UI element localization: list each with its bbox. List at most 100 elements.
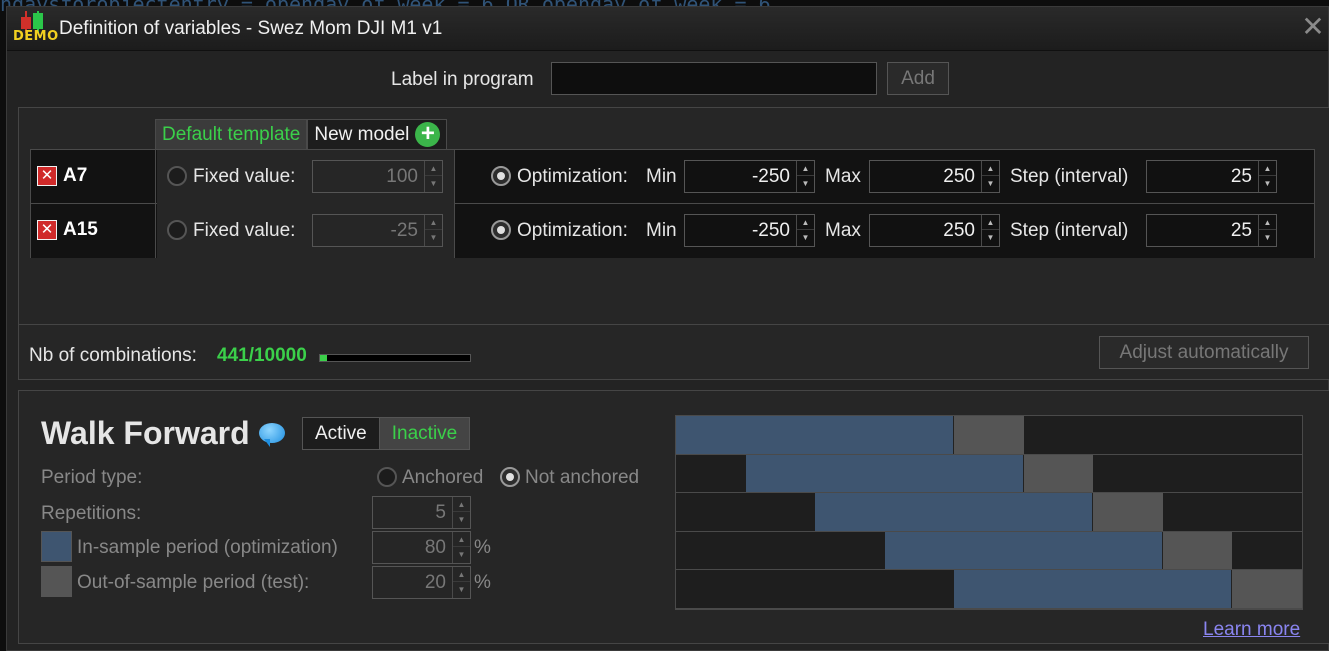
max-spinner[interactable]: 250 ▲ ▼ (869, 214, 1000, 247)
walk-forward-toggle: Active Inactive (302, 417, 471, 450)
label-in-program-label: Label in program (391, 69, 534, 90)
spin-up-icon[interactable]: ▲ (425, 161, 442, 176)
out-sample-segment (1023, 454, 1094, 493)
tab-default-template[interactable]: Default template (155, 119, 308, 149)
step-spinner[interactable]: 25 ▲ ▼ (1146, 214, 1277, 247)
max-value: 250 (943, 166, 975, 187)
anchored-radio[interactable] (377, 467, 397, 487)
spin-down-icon[interactable]: ▼ (453, 512, 470, 527)
variable-row: ✕ A15 Fixed value: -25 ▲ ▼ Optimization: … (31, 204, 1314, 258)
repetitions-value: 5 (435, 502, 446, 523)
fixed-value-cell: Fixed value: 100 ▲ ▼ (157, 150, 455, 204)
in-sample-segment (884, 531, 1163, 570)
spin-down-icon[interactable]: ▼ (453, 547, 470, 562)
spin-down-icon[interactable]: ▼ (797, 230, 814, 245)
label-in-program-input[interactable] (551, 62, 877, 95)
walk-forward-step (676, 570, 1302, 609)
delete-variable-icon[interactable]: ✕ (37, 220, 57, 240)
out-sample-spinner[interactable]: 20 ▲ ▼ (372, 566, 471, 599)
fixed-value-radio[interactable] (167, 220, 187, 240)
variables-table: ✕ A7 Fixed value: 100 ▲ ▼ Optimization: M… (30, 149, 1315, 258)
label-row: Label in program Add (7, 51, 1329, 107)
help-bubble-icon[interactable] (259, 423, 285, 447)
fixed-value-radio[interactable] (167, 166, 187, 186)
spin-up-icon[interactable]: ▲ (453, 532, 470, 547)
out-sample-label: Out-of-sample period (test): (77, 572, 310, 593)
out-sample-color-swatch (41, 566, 72, 597)
fixed-value-spinner[interactable]: -25 ▲ ▼ (312, 214, 443, 247)
spin-up-icon[interactable]: ▲ (797, 161, 814, 176)
in-sample-percent: % (474, 537, 491, 558)
title-bar[interactable]: DEMO Definition of variables - Swez Mom … (7, 7, 1328, 51)
spin-down-icon[interactable]: ▼ (982, 230, 999, 245)
not-anchored-radio[interactable] (500, 467, 520, 487)
window-title: Definition of variables - Swez Mom DJI M… (59, 17, 443, 39)
combinations-label: Nb of combinations: (29, 345, 197, 366)
in-sample-segment (676, 416, 955, 454)
spin-down-icon[interactable]: ▼ (1259, 230, 1276, 245)
in-sample-segment (745, 454, 1024, 493)
optimization-label: Optimization: (517, 166, 628, 187)
in-sample-segment (954, 570, 1233, 608)
fixed-value-cell: Fixed value: -25 ▲ ▼ (157, 204, 455, 258)
min-spinner[interactable]: -250 ▲ ▼ (684, 160, 815, 193)
add-model-plus-icon[interactable]: + (415, 122, 441, 147)
walk-forward-step (676, 454, 1302, 494)
walk-forward-active-button[interactable]: Active (303, 418, 380, 449)
fixed-value-spinner[interactable]: 100 ▲ ▼ (312, 160, 443, 193)
in-sample-spinner[interactable]: 80 ▲ ▼ (372, 531, 471, 564)
walk-forward-title: Walk Forward (41, 415, 250, 451)
fixed-value-label: Fixed value: (193, 220, 296, 241)
walk-forward-inactive-button[interactable]: Inactive (379, 418, 470, 449)
in-sample-segment (815, 493, 1094, 531)
spin-down-icon[interactable]: ▼ (797, 176, 814, 191)
walk-forward-panel: Walk Forward Active Inactive Period type… (18, 390, 1329, 644)
min-value: -250 (751, 220, 790, 241)
panel-divider (19, 324, 1329, 325)
optimization-label: Optimization: (517, 220, 628, 241)
add-button[interactable]: Add (887, 62, 949, 95)
learn-more-link[interactable]: Learn more (1203, 619, 1300, 641)
spin-down-icon[interactable]: ▼ (982, 176, 999, 191)
combinations-value: 441/10000 (217, 345, 307, 366)
adjust-automatically-button[interactable]: Adjust automatically (1099, 336, 1309, 369)
min-label: Min (646, 166, 677, 187)
spin-down-icon[interactable]: ▼ (453, 582, 470, 597)
close-icon[interactable]: ✕ (1300, 13, 1326, 41)
out-sample-value: 20 (424, 572, 446, 593)
max-spinner[interactable]: 250 ▲ ▼ (869, 160, 1000, 193)
out-sample-segment (954, 416, 1024, 454)
out-sample-percent: % (474, 572, 491, 593)
spin-up-icon[interactable]: ▲ (453, 567, 470, 582)
spin-up-icon[interactable]: ▲ (1259, 215, 1276, 230)
tab-new-model[interactable]: New model + (307, 119, 448, 149)
delete-variable-icon[interactable]: ✕ (37, 166, 57, 186)
not-anchored-label: Not anchored (525, 467, 640, 488)
spin-up-icon[interactable]: ▲ (425, 215, 442, 230)
template-tabs: Default template New model + (155, 119, 448, 149)
optimization-radio[interactable] (491, 166, 511, 186)
walk-forward-diagram (675, 415, 1303, 610)
variable-row: ✕ A7 Fixed value: 100 ▲ ▼ Optimization: M… (31, 150, 1314, 204)
spin-up-icon[interactable]: ▲ (797, 215, 814, 230)
step-value: 25 (1230, 166, 1252, 187)
spin-up-icon[interactable]: ▲ (453, 497, 470, 512)
repetitions-spinner[interactable]: 5 ▲ ▼ (372, 496, 471, 529)
max-value: 250 (943, 220, 975, 241)
anchored-label: Anchored (402, 467, 484, 488)
demo-logo-text: DEMO (13, 28, 59, 44)
min-label: Min (646, 220, 677, 241)
period-type-label: Period type: (41, 467, 143, 488)
spin-down-icon[interactable]: ▼ (425, 176, 442, 191)
fixed-value-label: Fixed value: (193, 166, 296, 187)
out-sample-segment (1232, 570, 1302, 608)
spin-up-icon[interactable]: ▲ (982, 215, 999, 230)
demo-logo-icon: DEMO (11, 10, 58, 47)
min-spinner[interactable]: -250 ▲ ▼ (684, 214, 815, 247)
spin-up-icon[interactable]: ▲ (982, 161, 999, 176)
spin-up-icon[interactable]: ▲ (1259, 161, 1276, 176)
optimization-radio[interactable] (491, 220, 511, 240)
step-spinner[interactable]: 25 ▲ ▼ (1146, 160, 1277, 193)
spin-down-icon[interactable]: ▼ (1259, 176, 1276, 191)
spin-down-icon[interactable]: ▼ (425, 230, 442, 245)
